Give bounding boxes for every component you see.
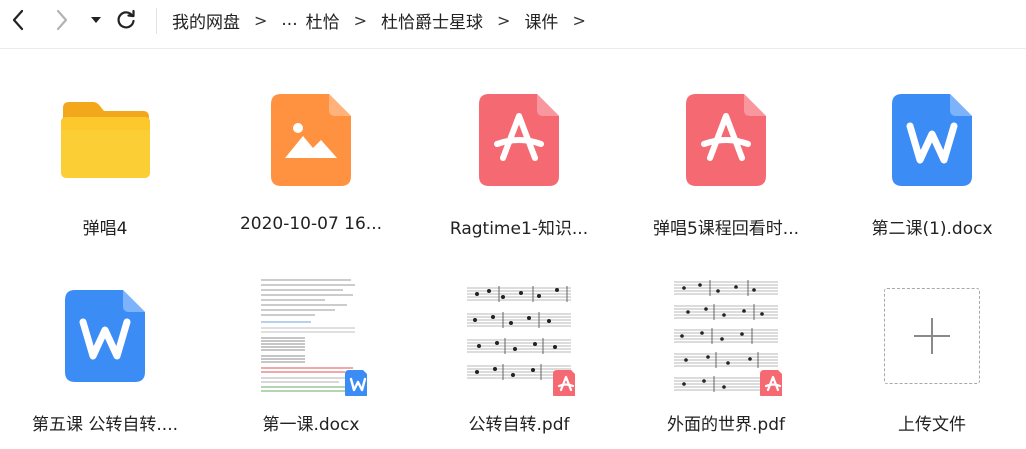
file-name: 第二课(1).docx xyxy=(871,219,993,239)
pdf-icon xyxy=(479,94,559,186)
pdf-icon xyxy=(686,94,766,186)
sheet-music-thumbnail xyxy=(463,276,575,396)
refresh-button[interactable] xyxy=(114,8,138,32)
toolbar-divider xyxy=(156,8,157,34)
chevron-right-icon xyxy=(56,9,68,31)
upload-label: 上传文件 xyxy=(898,415,966,435)
breadcrumb-separator: > xyxy=(353,10,368,30)
plus-icon xyxy=(914,318,950,354)
caret-down-icon xyxy=(91,17,101,23)
breadcrumb-separator: > xyxy=(254,10,268,30)
file-item[interactable]: 第五课 公转自转.... xyxy=(5,276,205,446)
breadcrumb-separator: > xyxy=(572,10,586,30)
file-item[interactable]: 公转自转.pdf xyxy=(419,276,619,446)
folder-item[interactable]: 弹唱4 xyxy=(5,80,205,250)
file-item[interactable]: 2020-10-07 16... xyxy=(211,80,411,250)
back-button[interactable] xyxy=(6,8,30,32)
breadcrumb-item-courseware[interactable]: 课件 xyxy=(524,8,558,33)
file-name: 弹唱5课程回看时... xyxy=(652,219,800,239)
file-item[interactable]: 外面的世界.pdf xyxy=(626,276,826,446)
pdf-badge-icon xyxy=(553,370,575,396)
file-name: 第五课 公转自转.... xyxy=(31,415,179,435)
breadcrumb-item-ellipsis[interactable]: ... xyxy=(281,10,297,30)
file-name: 外面的世界.pdf xyxy=(667,415,785,435)
history-dropdown-button[interactable] xyxy=(84,8,108,32)
file-name: 2020-10-07 16... xyxy=(239,214,383,234)
upload-file-button[interactable]: 上传文件 xyxy=(832,276,1026,446)
file-item[interactable]: Ragtime1-知识... xyxy=(419,80,619,250)
file-item[interactable]: 第一课.docx xyxy=(211,276,411,446)
sheet-music-thumbnail xyxy=(670,276,782,396)
forward-button[interactable] xyxy=(50,8,74,32)
file-item[interactable]: 弹唱5课程回看时... xyxy=(626,80,826,250)
chevron-left-icon xyxy=(12,9,24,31)
folder-icon xyxy=(61,102,150,178)
breadcrumb-item-root[interactable]: 我的网盘 xyxy=(172,8,240,33)
file-name: 弹唱4 xyxy=(82,219,128,239)
file-name: Ragtime1-知识... xyxy=(449,219,589,239)
breadcrumb: 我的网盘 > ... 杜恰 > 杜恰爵士星球 > 课件 > xyxy=(172,0,600,40)
pdf-badge-icon xyxy=(760,370,782,396)
breadcrumb-item-du[interactable]: 杜恰 xyxy=(306,8,340,33)
word-icon xyxy=(65,290,145,382)
image-icon xyxy=(271,94,351,186)
word-icon xyxy=(892,94,972,186)
file-name: 公转自转.pdf xyxy=(468,415,570,435)
breadcrumb-separator: > xyxy=(497,10,511,30)
toolbar: 我的网盘 > ... 杜恰 > 杜恰爵士星球 > 课件 > xyxy=(0,0,1026,49)
file-name: 第一课.docx xyxy=(262,415,360,435)
upload-drop-zone[interactable] xyxy=(884,288,980,384)
refresh-icon xyxy=(117,9,135,29)
doc-thumbnail xyxy=(255,276,367,396)
word-badge-icon xyxy=(345,370,367,396)
file-item[interactable]: 第二课(1).docx xyxy=(832,80,1026,250)
breadcrumb-item-jazz-planet[interactable]: 杜恰爵士星球 xyxy=(381,8,483,33)
